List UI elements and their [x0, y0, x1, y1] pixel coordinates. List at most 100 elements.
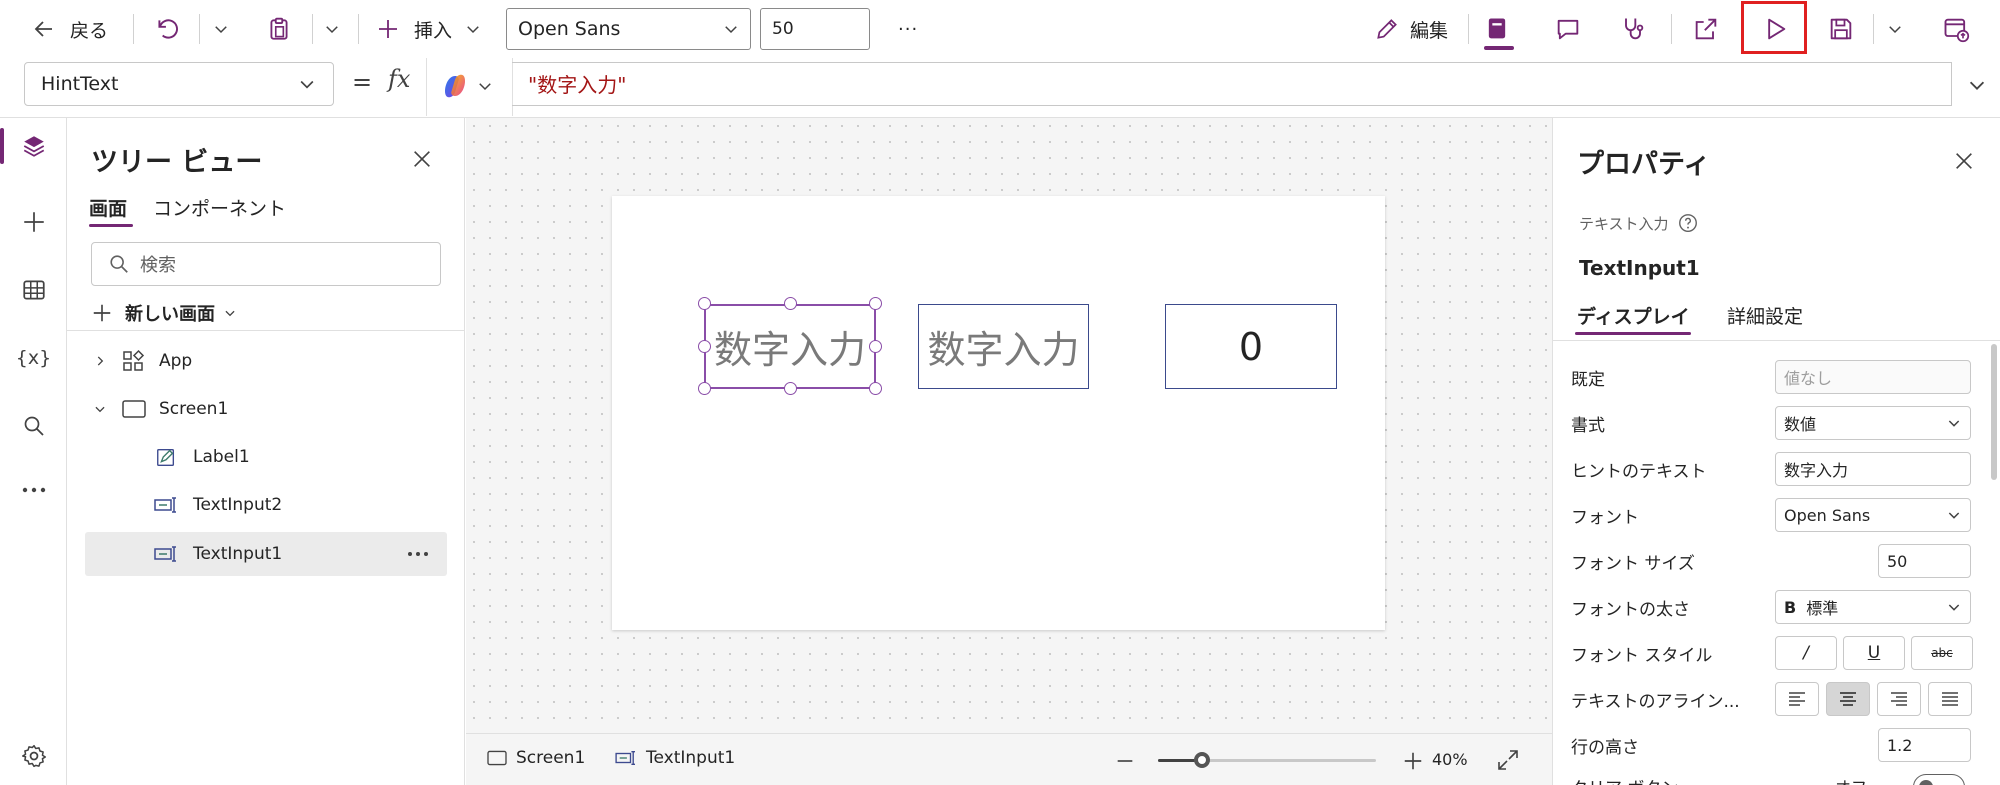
breadcrumb-screen[interactable]: Screen1	[486, 748, 585, 768]
default-input[interactable]: 値なし	[1775, 360, 1971, 394]
tab-screens[interactable]: 画面	[89, 194, 127, 221]
font-size-input[interactable]: 50	[760, 8, 870, 50]
data-rail-button[interactable]	[0, 260, 67, 320]
zoom-out-button[interactable]	[1114, 750, 1136, 772]
clear-button-toggle[interactable]	[1913, 774, 1965, 785]
zoom-slider[interactable]	[1158, 752, 1376, 768]
close-tree-view-button[interactable]	[411, 148, 433, 170]
variables-icon: {x}	[15, 347, 52, 369]
health-check-button[interactable]	[1619, 0, 1647, 58]
prop-clear-button: クリア ボタン オフ	[1553, 760, 1993, 785]
settings-rail-button[interactable]	[0, 726, 67, 785]
save-button[interactable]	[1827, 0, 1855, 58]
property-dropdown[interactable]: HintText	[24, 62, 334, 106]
align-left-button[interactable]	[1775, 682, 1819, 716]
expand-formula-button[interactable]	[1966, 74, 1988, 96]
control-type-label: テキスト入力	[1579, 214, 1669, 233]
align-justify-button[interactable]	[1928, 682, 1972, 716]
paste-dropdown[interactable]	[323, 0, 341, 58]
save-icon	[1827, 15, 1855, 43]
canvas-textinput1[interactable]: 数字入力	[704, 304, 876, 389]
hint-text-input[interactable]: 数字入力	[1775, 452, 1971, 486]
tree-search-input[interactable]: 検索	[91, 242, 441, 286]
align-right-button[interactable]	[1877, 682, 1921, 716]
tree-item-label1[interactable]: Label1	[67, 433, 465, 481]
undo-icon	[154, 16, 180, 42]
help-icon[interactable]	[1677, 212, 1699, 234]
save-dropdown[interactable]	[1886, 0, 1904, 58]
variables-rail-button[interactable]: {x}	[0, 328, 67, 388]
more-rail-button[interactable]	[0, 460, 67, 520]
publish-button[interactable]	[1942, 0, 1970, 58]
resize-handle[interactable]	[869, 297, 882, 310]
search-rail-button[interactable]	[0, 396, 67, 456]
prop-label: フォントの太さ	[1571, 599, 1690, 620]
strikethrough-toggle[interactable]: abc	[1911, 636, 1973, 670]
font-value: Open Sans	[1784, 505, 1871, 525]
resize-handle[interactable]	[698, 297, 711, 310]
arrow-left-icon	[32, 17, 56, 41]
font-weight-dropdown[interactable]: B 標準	[1775, 590, 1971, 624]
font-dropdown[interactable]: Open Sans	[1775, 498, 1971, 532]
property-value: HintText	[41, 73, 119, 95]
screen-icon	[486, 749, 508, 767]
chevron-right-icon	[93, 354, 107, 368]
close-properties-button[interactable]	[1953, 150, 1975, 172]
paste-button[interactable]	[266, 0, 292, 58]
more-commands-button[interactable]: ···	[898, 0, 918, 58]
line-height-input[interactable]: 1.2	[1878, 728, 1971, 762]
resize-handle[interactable]	[698, 382, 711, 395]
minus-icon	[1114, 750, 1136, 772]
canvas-textinput2[interactable]: 数字入力	[918, 304, 1089, 389]
fx-icon: fx	[388, 65, 411, 93]
resize-handle[interactable]	[698, 340, 711, 353]
new-screen-button[interactable]: 新しい画面	[91, 296, 237, 330]
tree-item-textinput2[interactable]: TextInput2	[67, 481, 465, 529]
fit-to-window-button[interactable]	[1496, 748, 1520, 772]
preview-play-button[interactable]	[1761, 0, 1789, 58]
comments-button[interactable]	[1554, 0, 1582, 58]
font-dropdown[interactable]: Open Sans	[506, 8, 751, 50]
tree-view-title: ツリー ビュー	[91, 147, 263, 178]
zoom-in-button[interactable]	[1402, 750, 1424, 772]
app-screen[interactable]	[612, 196, 1385, 630]
insert-rail-button[interactable]	[0, 192, 67, 252]
resize-handle[interactable]	[784, 297, 797, 310]
left-nav-rail: {x}	[0, 118, 67, 785]
format-dropdown[interactable]: 数値	[1775, 406, 1971, 440]
align-center-button[interactable]	[1826, 682, 1870, 716]
tab-components[interactable]: コンポーネント	[153, 194, 286, 221]
tree-item-textinput1[interactable]: TextInput1	[85, 532, 447, 576]
formula-input[interactable]: "数字入力"	[512, 62, 1952, 106]
gear-icon	[21, 743, 47, 769]
resize-handle[interactable]	[869, 340, 882, 353]
undo-button[interactable]	[154, 0, 180, 58]
resize-handle[interactable]	[784, 382, 797, 395]
tab-advanced[interactable]: 詳細設定	[1727, 302, 1803, 329]
resize-handle[interactable]	[869, 382, 882, 395]
label-text: 0	[1238, 324, 1264, 369]
prop-hint-text: ヒントのテキスト 数字入力	[1553, 446, 1993, 492]
tree-view-button[interactable]	[0, 116, 67, 176]
share-button[interactable]	[1692, 0, 1720, 58]
more-options-icon[interactable]	[407, 550, 429, 558]
canvas-label1[interactable]: 0	[1165, 304, 1337, 389]
font-size-input[interactable]: 50	[1878, 544, 1971, 578]
tab-display[interactable]: ディスプレイ	[1577, 302, 1690, 329]
zoom-slider-thumb[interactable]	[1193, 752, 1210, 768]
chevron-down-icon	[297, 74, 317, 94]
edit-button[interactable]: 編集	[1374, 0, 1448, 58]
undo-dropdown[interactable]	[212, 0, 230, 58]
insert-button[interactable]: 挿入	[376, 0, 482, 58]
back-label: 戻る	[70, 19, 109, 42]
back-button[interactable]: 戻る	[32, 0, 108, 58]
underline-toggle[interactable]: U	[1843, 636, 1905, 670]
pencil-icon	[1374, 16, 1400, 42]
search-icon	[22, 414, 46, 438]
italic-toggle[interactable]: /	[1775, 636, 1837, 670]
tree-item-screen1[interactable]: Screen1	[67, 385, 465, 433]
copilot-button[interactable]	[440, 66, 494, 106]
tree-item-app[interactable]: App	[67, 337, 465, 385]
prop-default: 既定 値なし	[1553, 354, 1993, 400]
breadcrumb-control[interactable]: TextInput1	[614, 748, 735, 768]
